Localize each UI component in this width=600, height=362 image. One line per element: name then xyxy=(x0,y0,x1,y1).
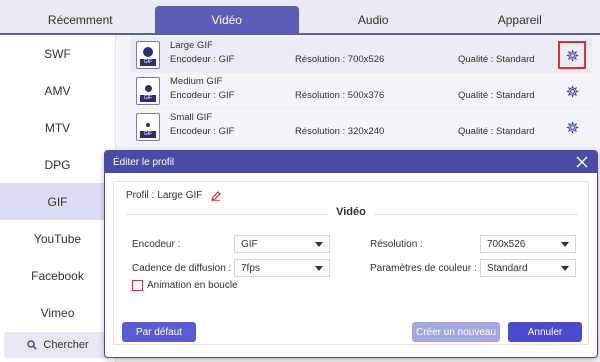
format-resolution: Résolution : 500x376 xyxy=(295,90,385,101)
cancel-button[interactable]: Annuler xyxy=(508,322,582,342)
chevron-down-icon xyxy=(315,242,323,247)
tab-device[interactable]: Appareil xyxy=(448,6,593,34)
dialog-body: Profil : Large GIF Vidéo Encodeur : GIF … xyxy=(113,181,589,345)
format-resolution: Résolution : 320x240 xyxy=(295,126,385,137)
format-resolution: Résolution : 700x526 xyxy=(295,54,385,65)
format-name: Medium GIF xyxy=(170,76,223,87)
format-encoder: Encodeur : GIF xyxy=(170,126,235,137)
format-quality: Qualité : Standard xyxy=(458,54,535,65)
sidebar-item-mtv[interactable]: MTV xyxy=(0,109,115,146)
tab-video[interactable]: Vidéo xyxy=(154,6,299,34)
profile-line: Profil : Large GIF xyxy=(126,190,222,201)
settings-gear-icon[interactable] xyxy=(564,119,580,135)
sidebar-item-dpg[interactable]: DPG xyxy=(0,146,115,183)
format-name: Small GIF xyxy=(170,112,213,123)
format-row-small[interactable]: GIF Small GIF Encodeur : GIF Résolution … xyxy=(130,109,592,145)
default-button[interactable]: Par défaut xyxy=(122,322,196,342)
sidebar-item-vimeo[interactable]: Vimeo xyxy=(0,294,115,331)
category-tabs: Récemment Vidéo Audio Appareil xyxy=(0,0,600,34)
sidebar-item-amv[interactable]: AMV xyxy=(0,72,115,109)
format-encoder: Encodeur : GIF xyxy=(170,54,235,65)
tab-recent[interactable]: Récemment xyxy=(8,6,153,34)
format-quality: Qualité : Standard xyxy=(458,90,535,101)
loop-checkbox[interactable] xyxy=(132,280,143,291)
tab-audio[interactable]: Audio xyxy=(301,6,446,34)
chevron-down-icon xyxy=(315,266,323,271)
profile-value: Large GIF xyxy=(157,190,203,201)
loop-label: Animation en boucle xyxy=(147,280,238,291)
sidebar-item-swf[interactable]: SWF xyxy=(0,35,115,72)
framerate-label: Cadence de diffusion : xyxy=(132,263,232,274)
gif-file-icon: GIF xyxy=(136,76,160,105)
color-settings-label: Paramètres de couleur : xyxy=(370,263,477,274)
dialog-title: Éditer le profil xyxy=(113,156,175,168)
dialog-header: Éditer le profil xyxy=(105,151,597,173)
create-new-button[interactable]: Créer un nouveau xyxy=(412,322,500,342)
sidebar-item-facebook[interactable]: Facebook xyxy=(0,257,115,294)
chevron-down-icon xyxy=(561,266,569,271)
sidebar-item-youtube[interactable]: YouTube xyxy=(0,220,115,257)
format-row-medium[interactable]: GIF Medium GIF Encodeur : GIF Résolution… xyxy=(130,73,592,109)
format-quality: Qualité : Standard xyxy=(458,126,535,137)
format-name: Large GIF xyxy=(170,40,213,51)
chevron-down-icon xyxy=(561,242,569,247)
framerate-select[interactable]: 7fps xyxy=(234,259,330,277)
edit-profile-dialog: Éditer le profil Profil : Large GIF Vidé… xyxy=(104,150,598,358)
edit-pencil-icon[interactable] xyxy=(211,190,222,201)
encoder-label: Encodeur : xyxy=(132,239,181,250)
color-settings-select[interactable]: Standard xyxy=(480,259,576,277)
format-row-large[interactable]: GIF Large GIF Encodeur : GIF Résolution … xyxy=(130,37,592,73)
search-label: Chercher xyxy=(43,339,89,351)
loop-animation-option[interactable]: Animation en boucle xyxy=(132,280,238,291)
resolution-select[interactable]: 700x526 xyxy=(480,235,576,253)
format-encoder: Encodeur : GIF xyxy=(170,90,235,101)
format-list: GIF Large GIF Encodeur : GIF Résolution … xyxy=(130,37,592,145)
encoder-select[interactable]: GIF xyxy=(234,235,330,253)
section-title: Vidéo xyxy=(114,206,588,218)
close-icon[interactable] xyxy=(575,155,589,169)
gif-file-icon: GIF xyxy=(136,112,160,141)
sidebar-item-gif[interactable]: GIF xyxy=(0,183,115,220)
search-icon xyxy=(27,340,38,350)
profile-label: Profil : xyxy=(126,190,155,201)
search-button[interactable]: Chercher xyxy=(4,332,112,358)
settings-gear-icon[interactable] xyxy=(558,41,586,69)
settings-gear-icon[interactable] xyxy=(564,83,580,99)
gif-file-icon: GIF xyxy=(136,40,160,69)
format-sidebar: SWF AMV MTV DPG GIF YouTube Facebook Vim… xyxy=(0,35,116,362)
resolution-label: Résolution : xyxy=(370,239,423,250)
